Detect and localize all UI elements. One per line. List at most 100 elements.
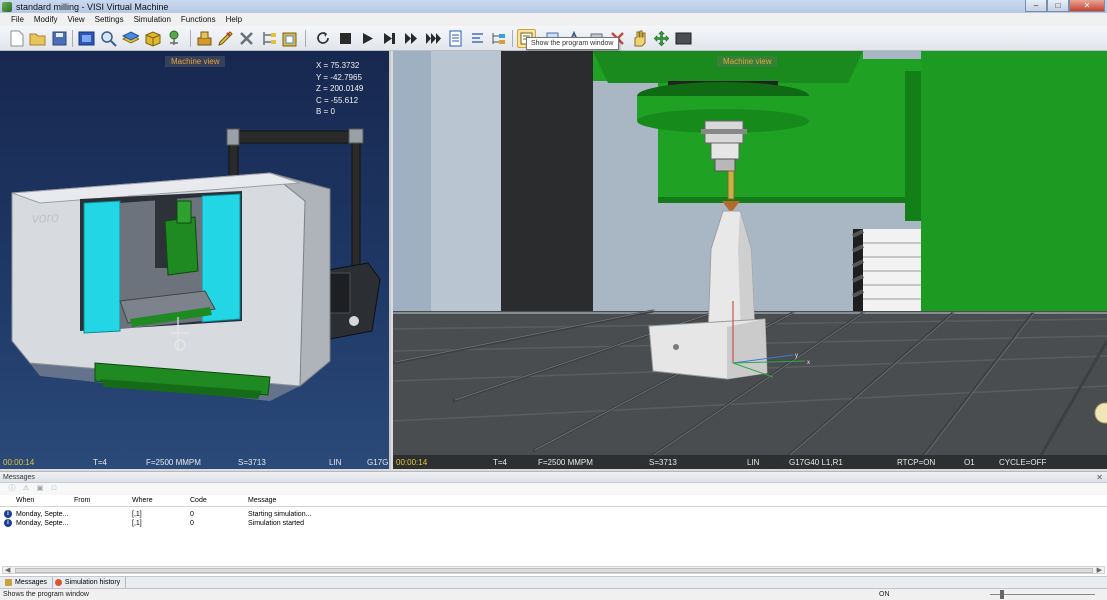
hand-pan-icon[interactable] [630, 29, 649, 48]
cube-icon[interactable] [143, 29, 162, 48]
hierarchy-icon[interactable] [259, 29, 278, 48]
app-window: standard milling - VISI Virtual Machine … [0, 0, 1107, 600]
left-machine-view[interactable]: voro Machine view X = 75.3732 Y = -42.79… [0, 51, 391, 469]
zoom-slider[interactable] [990, 590, 1095, 599]
menu-file[interactable]: File [6, 15, 29, 24]
status-tool: T=4 [493, 458, 508, 467]
row-message: Starting simulation... [248, 511, 312, 518]
scroll-right-icon[interactable]: ▶ [1097, 566, 1102, 574]
edit-tool-icon[interactable] [216, 29, 235, 48]
tool-holder-icon[interactable] [195, 29, 214, 48]
window-title: standard milling - VISI Virtual Machine [16, 1, 169, 12]
messages-header: Messages ✕ [0, 472, 1107, 483]
fast-forward-icon[interactable] [402, 29, 421, 48]
menu-modify[interactable]: Modify [29, 15, 63, 24]
info-filter-icon[interactable]: ⓘ [8, 485, 16, 493]
stop-icon[interactable] [336, 29, 355, 48]
save-icon[interactable] [50, 29, 69, 48]
tab-messages-label: Messages [15, 579, 47, 586]
messages-tab-icon [5, 579, 12, 586]
layers-icon[interactable] [121, 29, 140, 48]
col-when[interactable]: When [16, 497, 34, 504]
close-panel-icon[interactable]: ✕ [1096, 472, 1103, 483]
open-folder-icon[interactable] [28, 29, 47, 48]
maximize-icon[interactable]: □ [1047, 0, 1069, 12]
status-tool: T=4 [93, 458, 108, 467]
program-list-icon[interactable] [446, 29, 465, 48]
play-icon[interactable] [358, 29, 377, 48]
fastest-forward-icon[interactable] [424, 29, 443, 48]
col-code[interactable]: Code [190, 497, 207, 504]
fit-view-icon[interactable] [77, 29, 96, 48]
col-where[interactable]: Where [132, 497, 153, 504]
move-arrows-icon[interactable] [652, 29, 671, 48]
menu-functions[interactable]: Functions [176, 15, 221, 24]
app-icon [2, 1, 12, 12]
coord-b: B = 0 [316, 107, 335, 116]
coordinate-readout: X = 75.3732 Y = -42.7965 Z = 200.0149 C … [316, 60, 363, 118]
step-icon[interactable] [380, 29, 399, 48]
left-view-title: Machine view [165, 56, 226, 67]
status-speed: S=3713 [238, 458, 266, 467]
history-tab-icon [54, 579, 62, 586]
right-machine-view[interactable]: y x Machine view 00:00:14 T=4 F=2500 MMP… [393, 51, 1107, 469]
menu-simulation[interactable]: Simulation [129, 15, 176, 24]
status-program: O1 [964, 458, 975, 467]
row-message: Simulation started [248, 520, 305, 527]
settings-tools-icon[interactable] [237, 29, 256, 48]
reset-icon[interactable] [314, 29, 333, 48]
axis-y-label: y [795, 353, 798, 359]
warning-filter-icon[interactable]: ⚠ [22, 485, 30, 493]
coord-x: X = 75.3732 [316, 61, 360, 70]
horizontal-scrollbar[interactable]: ◀ ▶ [2, 566, 1105, 574]
status-rtcp: RTCP=ON [897, 458, 936, 467]
menu-settings[interactable]: Settings [90, 15, 129, 24]
info-icon: i [4, 519, 12, 527]
table-row[interactable]: i Monday, Septe... [,1] 0 Simulation sta… [0, 519, 1107, 528]
status-time: 00:00:14 [396, 458, 428, 467]
messages-panel: Messages ✕ ⓘ ⚠ ▣ □ When From Where Code … [0, 471, 1107, 576]
text-list-icon[interactable] [468, 29, 487, 48]
menu-view[interactable]: View [62, 15, 89, 24]
status-gcode: G17G [367, 458, 389, 467]
save-messages-icon[interactable]: ▣ [36, 485, 44, 493]
status-text: Shows the program window [3, 591, 89, 598]
toolbar-separator [305, 30, 306, 47]
messages-column-headers: When From Where Code Message [0, 495, 1107, 507]
col-from[interactable]: From [74, 497, 90, 504]
row-when: Monday, Septe... [16, 520, 69, 527]
coord-y: Y = -42.7965 [316, 72, 362, 82]
toolbar-separator [512, 30, 513, 47]
title-bar: standard milling - VISI Virtual Machine … [0, 0, 1107, 13]
coord-z: Z = 200.0149 [316, 84, 364, 93]
minimize-icon[interactable]: – [1025, 0, 1047, 12]
row-code: 0 [190, 511, 194, 518]
row-where: [,1] [132, 511, 142, 518]
tab-history-label: Simulation history [64, 579, 121, 586]
clipboard-icon[interactable] [280, 29, 299, 48]
scrollbar-thumb[interactable] [15, 568, 1093, 573]
row-where: [,1] [132, 520, 142, 527]
display-icon[interactable] [674, 29, 693, 48]
scroll-left-icon[interactable]: ◀ [5, 566, 10, 574]
status-mode: LIN [747, 458, 760, 467]
window-controls: – □ ✕ [1025, 0, 1105, 12]
row-when: Monday, Septe... [16, 511, 69, 518]
closeup-3d-scene: y x [393, 51, 1107, 469]
tab-simulation-history[interactable]: Simulation history [53, 577, 127, 588]
left-view-status: 00:00:14 T=4 F=2500 MMPM S=3713 LIN G17G [0, 455, 389, 469]
table-row[interactable]: i Monday, Septe... [,1] 0 Starting simul… [0, 510, 1107, 519]
clear-messages-icon[interactable]: □ [50, 485, 58, 493]
info-icon: i [4, 510, 12, 518]
menu-help[interactable]: Help [221, 15, 247, 24]
tree-list-icon[interactable] [489, 29, 508, 48]
col-message[interactable]: Message [248, 497, 276, 504]
status-bar: Shows the program window ON [0, 588, 1107, 600]
zoom-icon[interactable] [99, 29, 118, 48]
tab-messages[interactable]: Messages [3, 577, 53, 588]
tree-icon[interactable] [165, 29, 184, 48]
new-file-icon[interactable] [7, 29, 26, 48]
toolbar-separator [72, 30, 73, 47]
zoom-slider-knob[interactable] [1000, 590, 1004, 599]
close-icon[interactable]: ✕ [1069, 0, 1105, 12]
